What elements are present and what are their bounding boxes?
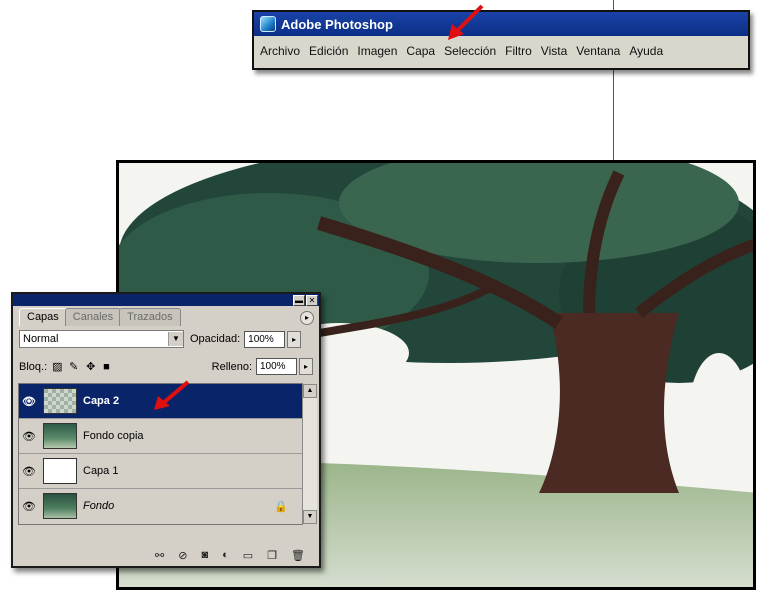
- layer-style-icon[interactable]: ⊘: [178, 549, 187, 562]
- fill-label: Relleno:: [211, 360, 252, 373]
- menu-vista[interactable]: Vista: [541, 44, 567, 58]
- title-bar: Adobe Photoshop: [254, 12, 748, 36]
- lock-icon: 🔒: [274, 500, 288, 513]
- eye-icon[interactable]: 👁: [19, 500, 39, 513]
- opacity-arrow-icon[interactable]: ▸: [287, 330, 302, 348]
- layer-scrollbar[interactable]: ▲ ▼: [302, 384, 317, 524]
- opacity-field[interactable]: 100%: [244, 330, 286, 348]
- eye-icon[interactable]: 👁: [19, 430, 39, 443]
- menu-filtro[interactable]: Filtro: [505, 44, 532, 58]
- layer-name: Capa 2: [83, 395, 120, 407]
- menu-ayuda[interactable]: Ayuda: [629, 44, 663, 58]
- minimize-icon[interactable]: ▬: [293, 295, 305, 306]
- new-group-icon[interactable]: ▭: [243, 549, 253, 562]
- trash-icon[interactable]: 🗑: [291, 549, 305, 562]
- layers-palette: ▬ ✕ Capas Canales Trazados ▸ Normal ▼ Op…: [11, 292, 321, 568]
- blend-mode-value: Normal: [23, 333, 59, 345]
- layer-name: Capa 1: [83, 465, 119, 477]
- scroll-down-icon[interactable]: ▼: [303, 510, 317, 524]
- layer-row[interactable]: 👁 Fondo 🔒: [19, 489, 302, 523]
- palette-bottom-bar: ⚯ ⊘ ◙ ◐ ▭ ❐ 🗑: [13, 544, 319, 566]
- opacity-label: Opacidad:: [190, 333, 241, 345]
- menu-archivo[interactable]: Archivo: [260, 44, 300, 58]
- lock-row: Bloq.: ▨ ✎ ✥ ■ Relleno: 100% ▸: [13, 352, 319, 379]
- blend-mode-select[interactable]: Normal ▼: [19, 330, 184, 348]
- close-icon[interactable]: ✕: [306, 295, 318, 306]
- palette-tabs: Capas Canales Trazados ▸: [13, 306, 319, 326]
- lock-all-icon[interactable]: ■: [103, 361, 115, 373]
- layer-row[interactable]: 👁 Capa 1: [19, 454, 302, 489]
- lock-transparency-icon[interactable]: ▨: [52, 361, 64, 373]
- lock-move-icon[interactable]: ✥: [86, 361, 98, 373]
- layer-thumbnail: [43, 423, 77, 449]
- eye-icon[interactable]: 👁: [19, 395, 39, 408]
- lock-paint-icon[interactable]: ✎: [69, 361, 81, 373]
- app-title: Adobe Photoshop: [281, 16, 393, 32]
- photoshop-logo-icon: [260, 16, 276, 32]
- menu-edicion[interactable]: Edición: [309, 44, 348, 58]
- mask-icon[interactable]: ◙: [201, 549, 208, 561]
- adjustment-layer-icon[interactable]: ◐: [222, 549, 229, 561]
- layer-thumbnail: [43, 388, 77, 414]
- layer-thumbnail: [43, 493, 77, 519]
- layer-name: Fondo copia: [83, 430, 144, 442]
- tab-capas[interactable]: Capas: [19, 308, 67, 326]
- palette-title-bar[interactable]: ▬ ✕: [13, 294, 319, 306]
- layer-thumbnail: [43, 458, 77, 484]
- menu-bar: Archivo Edición Imagen Capa Selección Fi…: [254, 36, 748, 66]
- eye-icon[interactable]: 👁: [19, 465, 39, 478]
- link-icon[interactable]: ⚯: [155, 549, 164, 562]
- fill-field[interactable]: 100%: [256, 358, 297, 375]
- menu-ventana[interactable]: Ventana: [576, 44, 620, 58]
- palette-menu-icon[interactable]: ▸: [300, 311, 314, 325]
- menu-seleccion[interactable]: Selección: [444, 44, 496, 58]
- fill-arrow-icon[interactable]: ▸: [299, 358, 313, 375]
- scroll-up-icon[interactable]: ▲: [303, 384, 317, 398]
- menu-imagen[interactable]: Imagen: [357, 44, 397, 58]
- new-layer-icon[interactable]: ❐: [267, 549, 277, 562]
- pointer-arrow-icon: [448, 4, 484, 40]
- tab-canales[interactable]: Canales: [64, 308, 122, 326]
- tab-trazados[interactable]: Trazados: [119, 308, 181, 326]
- layer-name: Fondo: [83, 500, 115, 512]
- pointer-arrow-icon: [154, 380, 190, 410]
- blend-row: Normal ▼ Opacidad: 100% ▸: [13, 326, 319, 352]
- photoshop-window: Adobe Photoshop Archivo Edición Imagen C…: [252, 10, 750, 70]
- lock-label: Bloq.:: [19, 360, 48, 373]
- menu-capa[interactable]: Capa: [406, 44, 435, 58]
- chevron-down-icon[interactable]: ▼: [168, 332, 183, 346]
- layer-row[interactable]: 👁 Fondo copia: [19, 419, 302, 454]
